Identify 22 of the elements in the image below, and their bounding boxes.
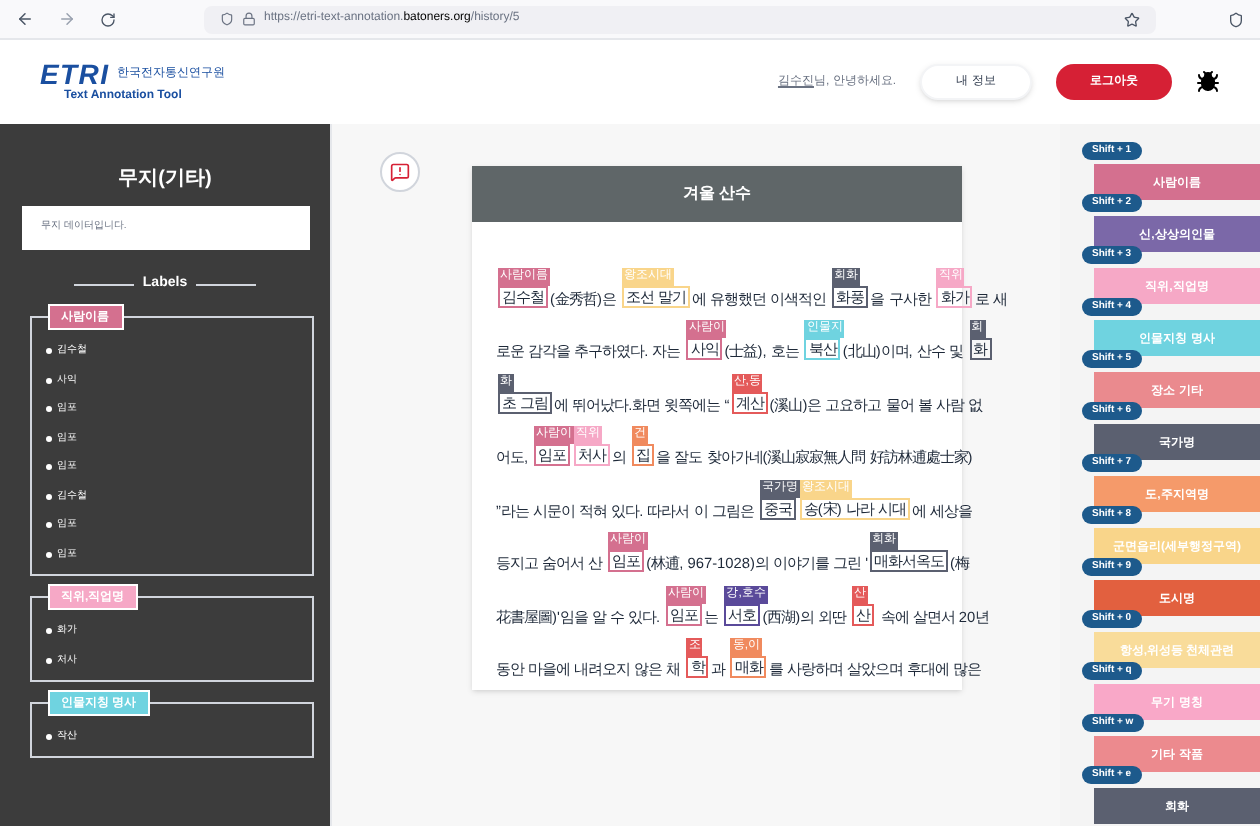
lock-icon [242, 12, 256, 26]
bug-icon[interactable] [1196, 70, 1220, 94]
bullet-icon [45, 493, 51, 500]
sidebar-title: 무지(기타) [118, 166, 212, 194]
document-title: 겨울 산수 [682, 182, 752, 206]
bookmark-icon[interactable] [1124, 11, 1140, 27]
back-icon[interactable] [16, 10, 34, 28]
alert-button[interactable] [380, 152, 420, 192]
bullet-icon [45, 348, 51, 355]
logo: ETRI [40, 59, 110, 87]
shield-icon [220, 12, 234, 26]
bullet-icon [45, 406, 51, 413]
reload-icon[interactable] [100, 11, 116, 27]
bullet-icon [45, 522, 51, 529]
bullet-icon [45, 464, 51, 471]
bullet-icon [45, 734, 51, 741]
alert-icon [390, 162, 410, 182]
bullet-icon [45, 435, 51, 442]
bullet-icon [45, 377, 51, 384]
bullet-icon [45, 628, 51, 635]
bullet-icon [45, 551, 51, 558]
bullet-icon [45, 657, 51, 664]
